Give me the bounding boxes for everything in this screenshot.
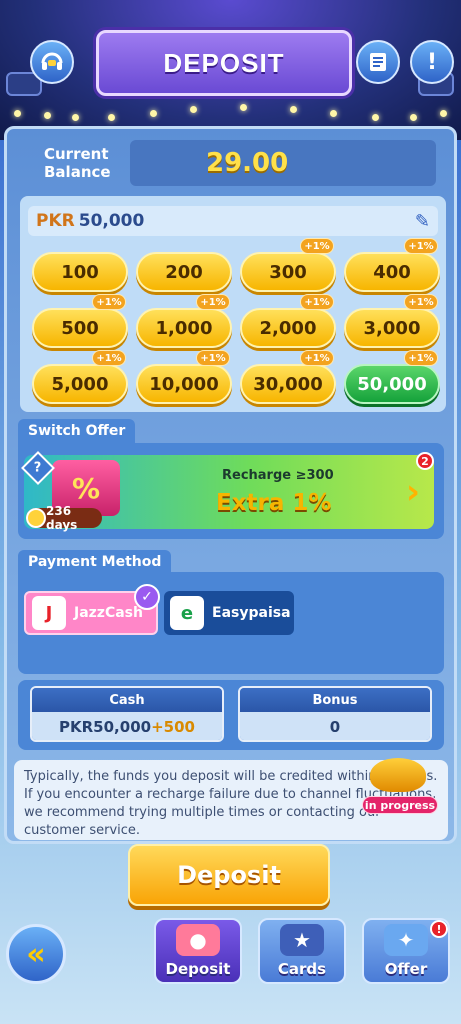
cards-icon: ★ [280,924,324,956]
selected-check-icon: ✓ [134,584,160,610]
support-chat-button[interactable] [30,40,74,84]
in-progress-badge: in progress [362,796,438,814]
records-button[interactable] [356,40,400,84]
amount-chip[interactable]: 30,000 [240,364,336,404]
bonus-percent-tag: +1% [92,294,126,310]
amount-chip[interactable]: 1,000 [136,308,232,348]
party-popper-icon: ✦ [384,924,428,956]
bonus-percent-tag: +1% [404,350,438,366]
payment-option-label: JazzCash [74,605,143,621]
amount-value: 50,000 [78,211,145,231]
help-symbol: ? [34,460,42,476]
double-chevron-left-icon: « [26,936,46,972]
balance-label-line2: Balance [44,163,111,181]
bonus-percent-tag: +1% [300,238,334,254]
cash-value: PKR50,000 [59,718,152,736]
bonus-summary: Bonus 0 [238,686,432,742]
tab-label: Deposit [165,960,231,978]
cash-label: Cash [32,688,222,712]
jazzcash-logo-icon: J [32,596,66,630]
balance-label: Current Balance [44,145,111,181]
chips-icon: ● [176,924,220,956]
edit-pencil-icon[interactable]: ✎ [415,211,430,232]
record-list-icon [370,53,386,71]
currency-code: PKR [36,211,75,231]
info-icon: ! [426,49,438,75]
bonus-percent-tag: +1% [300,350,334,366]
offer-alert-badge: ! [430,920,448,938]
bonus-percent-tag: +1% [196,350,230,366]
cash-value-row: PKR50,000 +500 [32,712,222,740]
easypaisa-logo-icon: e [170,596,204,630]
days-text: 236 days [46,504,78,532]
bonus-percent-tag: +1% [404,294,438,310]
tab-label: Offer [384,960,428,978]
offer-days-remaining: 236 days [26,504,102,532]
payment-method-label: Payment Method [18,550,172,574]
balance-display: 29.00 [130,140,436,186]
magic-lamp-icon [370,758,426,792]
deposit-button[interactable]: Deposit [128,844,330,906]
tab-cards[interactable]: ★ Cards [258,918,346,984]
balance-value: 29.00 [206,148,289,178]
amount-chip[interactable]: 10,000 [136,364,232,404]
cash-summary: Cash PKR50,000 +500 [30,686,224,742]
amount-chip[interactable]: 3,000 [344,308,440,348]
bonus-value: 0 [240,712,430,740]
info-button[interactable]: ! [410,40,454,84]
amount-chip[interactable]: 300 [240,252,336,292]
chevron-right-icon[interactable]: › [406,472,420,512]
amount-chip[interactable]: 100 [32,252,128,292]
amount-input[interactable]: PKR 50,000 ✎ [28,206,438,236]
amount-chip[interactable]: 2,000 [240,308,336,348]
offer-title: Extra 1% [216,490,332,516]
string-lights [0,102,461,122]
cash-bonus-value: +500 [151,718,195,736]
offer-count-badge: 2 [416,452,434,470]
clock-icon [26,508,46,528]
gift-percent-symbol: % [71,471,101,505]
balance-label-line1: Current [44,145,109,163]
amount-chip[interactable]: 5,000 [32,364,128,404]
amount-chip[interactable]: 50,000 [344,364,440,404]
magic-lamp-button[interactable]: in progress [362,752,438,816]
offer-subtitle: Recharge ≥300 [222,468,334,483]
tab-label: Cards [277,960,327,978]
headset-chat-icon [41,52,63,70]
payment-option-label: Easypaisa [212,605,291,621]
bonus-percent-tag: +1% [196,294,230,310]
amount-chip[interactable]: 400 [344,252,440,292]
amount-chip[interactable]: 200 [136,252,232,292]
bonus-percent-tag: +1% [92,350,126,366]
page-title-banner: DEPOSIT [96,30,352,96]
bonus-percent-tag: +1% [404,238,438,254]
payment-option-easypaisa[interactable]: e Easypaisa [164,591,294,635]
bonus-percent-tag: +1% [300,294,334,310]
tab-deposit[interactable]: ● Deposit [154,918,242,984]
page-title: DEPOSIT [163,47,285,78]
amount-chip[interactable]: 500 [32,308,128,348]
switch-offer-label: Switch Offer [18,419,136,443]
back-button[interactable]: « [6,924,66,984]
bonus-label: Bonus [240,688,430,712]
